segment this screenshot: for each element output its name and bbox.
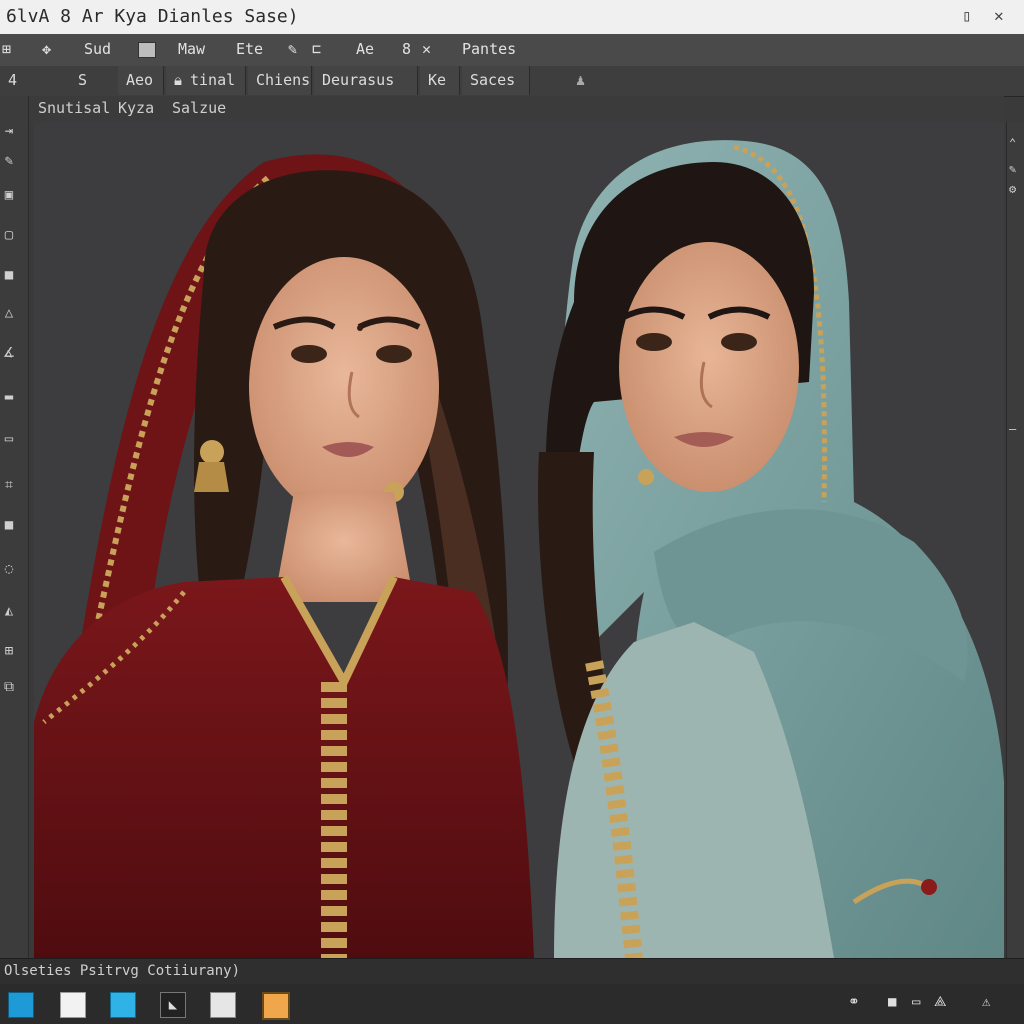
active-app-icon[interactable]: [262, 992, 290, 1020]
window-app-icon[interactable]: [8, 992, 34, 1018]
tab-bar: 4 S Aeo 🔒︎ tinal Chiens Deurasus e Ke Sa…: [0, 66, 1024, 118]
bar-tool-icon[interactable]: ▭: [0, 430, 18, 448]
blue-app-icon[interactable]: [110, 992, 136, 1018]
image-canvas[interactable]: [34, 122, 1004, 958]
menu-item-ae[interactable]: Ae: [356, 40, 374, 58]
bell-icon[interactable]: ♟: [568, 66, 592, 95]
tray-network-icon[interactable]: ⟁: [934, 994, 947, 1010]
tray-link-icon[interactable]: ⚭: [848, 994, 860, 1010]
info-item-3: Salzue: [172, 99, 227, 117]
menu-item-sud[interactable]: Sud: [84, 40, 111, 58]
editor-app-icon[interactable]: ◣: [160, 992, 186, 1018]
tab-saces[interactable]: Saces: [462, 66, 530, 95]
lasso-tool-icon[interactable]: ◌: [0, 560, 18, 578]
panel-chevron-icon[interactable]: ⌃: [1009, 136, 1023, 150]
move-tool-icon[interactable]: ⇥: [0, 122, 18, 140]
toolbar-grid-icon[interactable]: ⊞: [2, 40, 11, 58]
status-bar: Olseties Psitrvg Cotiiurany): [0, 958, 1024, 985]
right-panel: ⌃ ✎ ⚙ —: [1006, 122, 1024, 958]
pen-tool-icon[interactable]: ✎: [0, 152, 18, 170]
menu-item-pantes[interactable]: Pantes: [462, 40, 516, 58]
shape-icon[interactable]: ⊏: [312, 40, 321, 58]
menu-item-maw[interactable]: Maw: [178, 40, 205, 58]
fill-tool-icon[interactable]: ■: [0, 266, 18, 284]
tab-ke[interactable]: Ke: [420, 66, 460, 95]
frame-tool-icon[interactable]: ▢: [0, 226, 18, 244]
close-tool-icon[interactable]: ✕: [422, 40, 431, 58]
rectangle-tool-icon[interactable]: ▬: [0, 388, 18, 406]
layers-tool-icon[interactable]: ⧉: [0, 678, 18, 696]
tab-aeo[interactable]: Aeo: [118, 66, 164, 95]
arrow-tool-icon[interactable]: ◭: [0, 602, 18, 620]
info-item-1: Snutisal: [38, 99, 111, 117]
layer-icon[interactable]: [138, 42, 156, 58]
brush-icon[interactable]: ✎: [288, 40, 297, 58]
window-title: 6lvA 8 Ar Kya Dianles Sase): [6, 6, 299, 27]
menu-item-8[interactable]: 8: [402, 40, 411, 58]
file-app-icon[interactable]: [60, 992, 86, 1018]
tab-label: tinal: [190, 71, 236, 89]
image-app-icon[interactable]: [210, 992, 236, 1018]
tray-square-icon[interactable]: ■: [888, 994, 896, 1010]
taskbar: ◣ ⚭ ■ ▭ ⟁ ⚠: [0, 984, 1024, 1024]
status-text: Olseties Psitrvg Cotiiurany): [4, 963, 241, 979]
minimize-icon[interactable]: ▯: [962, 6, 972, 25]
tray-display-icon[interactable]: ▭: [912, 994, 920, 1010]
menu-bar: ⊞ ✥ Sud Maw Ete ✎ ⊏ Ae 8 ✕ Pantes: [0, 34, 1024, 67]
info-item-2: Kyza: [118, 99, 155, 117]
tab-tinal[interactable]: 🔒︎ tinal: [166, 66, 246, 95]
left-toolbar: ⇥ ✎ ▣ ▢ ■ △ ∡ ▬ ▭ ⌗ ■ ◌ ◭ ⊞ ⧉: [0, 96, 29, 958]
block-tool-icon[interactable]: ■: [0, 516, 18, 534]
menu-item-ete[interactable]: Ete: [236, 40, 263, 58]
angle-tool-icon[interactable]: ∡: [0, 344, 18, 362]
panel-divider: —: [1009, 422, 1017, 436]
tab-s[interactable]: S: [70, 66, 96, 95]
close-icon[interactable]: ✕: [994, 6, 1004, 25]
lock-icon: 🔒︎: [174, 71, 182, 89]
info-bar: Snutisal Kyza Salzue: [28, 96, 1004, 122]
tab-deurasus[interactable]: Deurasus e: [314, 66, 418, 118]
triangle-tool-icon[interactable]: △: [0, 304, 18, 322]
title-bar: 6lvA 8 Ar Kya Dianles Sase) ▯ ✕: [0, 0, 1024, 35]
tab-4[interactable]: 4: [0, 66, 26, 95]
tab-chiens[interactable]: Chiens: [248, 66, 312, 95]
grid-tool-icon[interactable]: ⊞: [0, 642, 18, 660]
panel-brush-icon[interactable]: ✎: [1009, 162, 1023, 176]
tray-warning-icon[interactable]: ⚠: [982, 994, 990, 1010]
crop-tool-icon[interactable]: ▣: [0, 186, 18, 204]
chart-tool-icon[interactable]: ⌗: [0, 476, 18, 494]
panel-settings-icon[interactable]: ⚙: [1009, 182, 1023, 196]
toolbar-tool-icon[interactable]: ✥: [42, 40, 51, 58]
portrait-photo: [34, 140, 1004, 958]
